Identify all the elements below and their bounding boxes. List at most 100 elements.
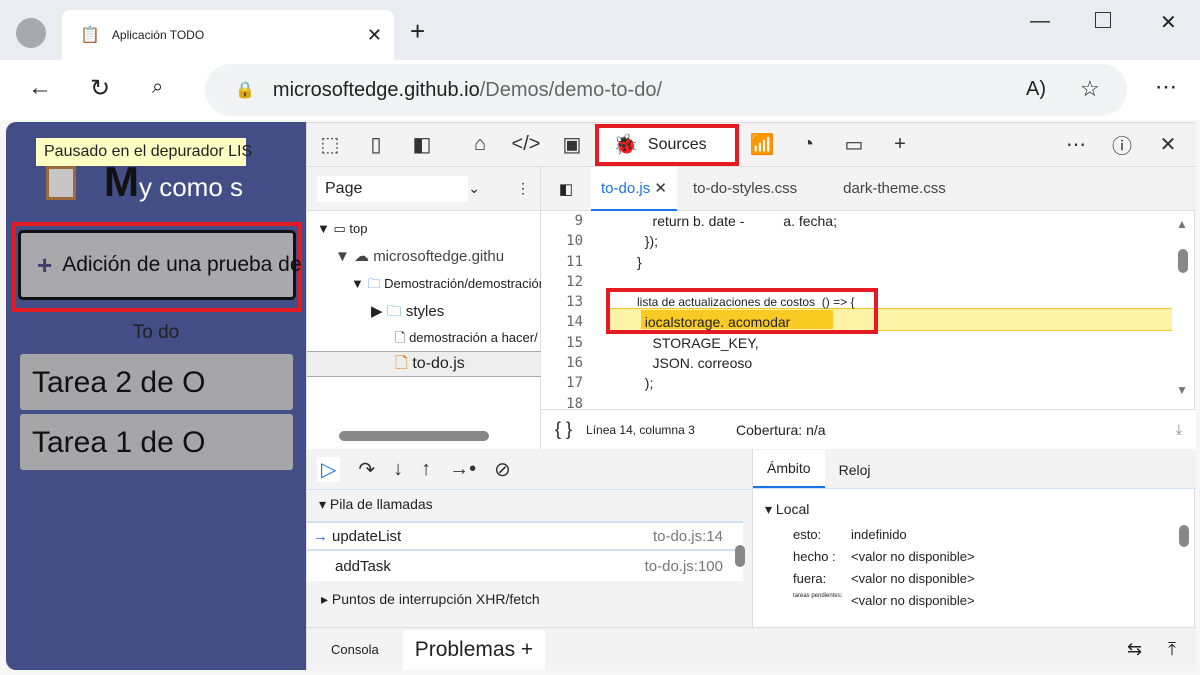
address-input[interactable]: 🔒 microsoftedge.github.io/Demos/demo-to-… — [205, 64, 1127, 116]
back-icon[interactable]: ← — [28, 74, 52, 102]
step-into-icon[interactable]: ↓ — [393, 458, 403, 481]
read-aloud-icon[interactable]: A͏) — [1026, 78, 1046, 101]
line-number[interactable]: 13 — [541, 292, 591, 312]
tab-sources[interactable]: 🐞 Sources — [595, 123, 739, 166]
editor-tab-active[interactable]: to-do.js ✕ — [591, 166, 677, 211]
line-gutter: 9 10 11 12 13 14 15 16 17 18 — [541, 211, 599, 409]
scope-variable[interactable]: fuera: <valor no disponible> — [753, 568, 1196, 590]
vertical-scrollbar[interactable] — [1178, 249, 1188, 273]
code-area[interactable]: 9 10 11 12 13 14 15 16 17 18 return b. date - a. … — [541, 211, 1196, 409]
code-line: } — [637, 253, 642, 270]
performance-icon[interactable]: ◔ — [785, 133, 831, 156]
tree-item[interactable]: ▼ ☁ microsoftedge.githu — [335, 247, 504, 265]
close-icon[interactable]: ✕ — [654, 180, 667, 197]
plus-icon: + — [37, 249, 53, 280]
step-over-icon[interactable]: ↷ — [358, 457, 375, 482]
tab-issues[interactable]: Problemas + — [402, 629, 546, 670]
scope-variable[interactable]: esto: indefinido — [753, 524, 1196, 546]
deactivate-breakpoints-icon[interactable]: ⊘ — [494, 457, 511, 482]
line-number[interactable]: 14 — [541, 312, 591, 332]
browser-tab[interactable]: 📋 Aplicación TODO ✕ — [62, 10, 394, 60]
scroll-up-icon[interactable]: ▲ — [1176, 217, 1188, 231]
search-icon[interactable]: ⌕ — [152, 76, 163, 99]
editor-tab[interactable]: to-do-styles.css — [677, 180, 813, 197]
add-task-button[interactable]: + Adición de una prueba de tarea — [18, 230, 355, 300]
toggle-navigator-icon[interactable]: ◧ — [541, 180, 591, 198]
task-item[interactable]: Tarea 1 de O — [20, 414, 293, 470]
frame-location[interactable]: to-do.js:14 — [653, 528, 723, 545]
favorite-star-icon[interactable]: ☆ — [1080, 76, 1100, 102]
device-emulation-icon[interactable]: ▯ — [353, 132, 399, 157]
xhr-breakpoints-header[interactable]: ▸ Puntos de interrupción XHR/fetch — [307, 581, 743, 619]
url-path: /Demos/demo-to-do/ — [479, 78, 663, 101]
devtools-toolbar: ⬚ ▯ ◧ ⌂ </> ▣ 🐞 Sources 📶 ◔ ▭ + ⋯ ⓘ ✕ — [307, 123, 1196, 167]
tree-item-selected[interactable]: 🗋 to-do.js — [307, 351, 541, 377]
more-options-icon[interactable]: ⋯ — [1053, 132, 1099, 157]
application-icon[interactable]: ▭ — [831, 132, 877, 157]
page-dropdown[interactable]: Page — [317, 175, 469, 202]
var-value: <valor no disponible> — [851, 593, 975, 608]
kebab-menu-icon[interactable]: ⋮ — [516, 180, 530, 197]
frame-location[interactable]: to-do.js:100 — [645, 558, 723, 575]
download-icon[interactable]: ⤓ — [1176, 421, 1182, 438]
step-icon[interactable]: →• — [449, 458, 476, 481]
horizontal-scrollbar[interactable] — [339, 431, 489, 441]
editor-status-bar: { } Línea 14, columna 3 Cobertura: n/a ⤓ — [541, 409, 1196, 449]
scope-variables: esto: indefinido hecho : <valor no disponib… — [753, 524, 1196, 612]
close-tab-icon[interactable]: ✕ — [367, 25, 382, 46]
tab-scope[interactable]: Ámbito — [753, 450, 825, 488]
inspect-icon[interactable]: ⬚ — [307, 132, 353, 157]
tree-item[interactable]: ▼ 🗀 Demostración/demostración a( — [351, 275, 541, 297]
coverage-status: Cobertura: n/a — [736, 421, 826, 438]
task-item[interactable]: Tarea 2 de O — [20, 354, 293, 410]
line-number[interactable]: 15 — [541, 333, 591, 353]
close-window-button[interactable]: ✕ — [1160, 10, 1177, 35]
local-scope-header[interactable]: ▾ Local — [753, 489, 1196, 524]
profile-avatar[interactable] — [16, 18, 46, 48]
line-number[interactable]: 12 — [541, 272, 591, 292]
tree-item[interactable]: ▶ 🗀 styles — [371, 301, 444, 326]
line-number[interactable]: 17 — [541, 373, 591, 393]
scope-variable[interactable]: tareas pendientes: <valor no disponible> — [753, 590, 1196, 612]
home-icon[interactable]: ⌂ — [457, 133, 503, 156]
dock-drawer-icon[interactable]: ⇆ — [1127, 639, 1142, 660]
vertical-scrollbar[interactable] — [735, 545, 745, 567]
tab-label: to-do.js — [601, 179, 651, 197]
expand-drawer-icon[interactable]: ⤒ — [1168, 639, 1176, 660]
step-out-icon[interactable]: ↑ — [421, 458, 431, 481]
tab-watch[interactable]: Reloj — [825, 452, 885, 488]
console-icon[interactable]: ▣ — [549, 132, 595, 157]
more-menu-icon[interactable]: ⋯ — [1155, 74, 1177, 100]
chevron-down-icon[interactable]: ⌄ — [468, 180, 480, 197]
callstack-header[interactable]: ▾ Pila de llamadas — [307, 489, 752, 521]
dock-icon[interactable]: ◧ — [399, 132, 445, 157]
network-icon[interactable]: 📶 — [739, 132, 785, 157]
line-number[interactable]: 16 — [541, 353, 591, 373]
refresh-icon[interactable]: ↻ — [90, 74, 110, 103]
scroll-down-icon[interactable]: ▼ — [1176, 383, 1188, 397]
pretty-print-button[interactable]: { } — [541, 419, 586, 440]
new-tab-button[interactable]: + — [410, 16, 425, 47]
call-frame-active[interactable]: → updateList to-do.js:14 — [307, 521, 743, 551]
minimize-button[interactable]: — — [1030, 10, 1050, 33]
line-number[interactable]: 11 — [541, 252, 591, 272]
line-number[interactable]: 10 — [541, 231, 591, 251]
call-frame[interactable]: addTask to-do.js:100 — [307, 551, 743, 581]
vertical-scrollbar[interactable] — [1179, 525, 1189, 547]
maximize-button[interactable] — [1095, 12, 1111, 28]
tree-label: Demostración/demostración a( — [384, 276, 541, 291]
scope-variable[interactable]: hecho : <valor no disponible> — [753, 546, 1196, 568]
close-devtools-icon[interactable]: ✕ — [1145, 132, 1191, 157]
scope-tabs: Ámbito Reloj — [753, 449, 1196, 489]
elements-icon[interactable]: </> — [503, 133, 549, 156]
resume-icon[interactable]: ▷ — [317, 456, 341, 482]
sources-label: Sources — [647, 135, 707, 153]
line-number[interactable]: 18 — [541, 394, 591, 409]
tree-item[interactable]: 🗋 demostración a hacer/ — [395, 329, 538, 351]
editor-tab[interactable]: dark-theme.css — [813, 180, 976, 197]
help-icon[interactable]: ⓘ — [1099, 130, 1145, 159]
line-number[interactable]: 9 — [541, 211, 591, 231]
tree-item[interactable]: ▼ ▭ top — [317, 221, 367, 237]
more-tools-icon[interactable]: + — [877, 133, 923, 156]
tab-console[interactable]: Consola — [307, 642, 403, 657]
